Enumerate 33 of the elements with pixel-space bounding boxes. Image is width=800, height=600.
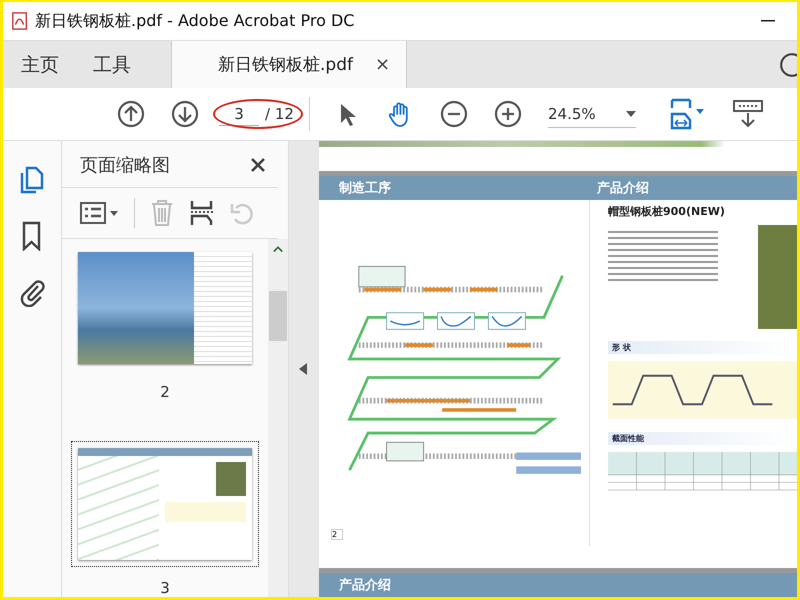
page-split-icon[interactable] bbox=[189, 199, 215, 227]
page-thumbnail[interactable] bbox=[71, 441, 259, 567]
caret-icon bbox=[626, 110, 636, 116]
page-label: 2 bbox=[160, 383, 170, 401]
product-title: 帽型钢板桩900(NEW) bbox=[608, 204, 726, 218]
close-icon[interactable] bbox=[250, 157, 266, 173]
section-heading: 产品介绍 bbox=[339, 576, 392, 594]
next-page-icon[interactable] bbox=[171, 100, 199, 128]
zoom-dropdown[interactable]: 24.5% bbox=[548, 100, 636, 128]
panel-title: 页面缩略图 bbox=[80, 154, 170, 177]
pdf-app-icon bbox=[11, 12, 29, 30]
minimize-icon[interactable] bbox=[761, 20, 775, 22]
scrollbar[interactable] bbox=[268, 239, 288, 597]
collapse-arrow-icon[interactable] bbox=[299, 363, 307, 375]
zoom-in-icon[interactable] bbox=[494, 100, 522, 128]
nav-tab[interactable]: 主页 bbox=[3, 41, 75, 88]
page-thumbnails-icon[interactable] bbox=[19, 165, 45, 195]
nav-tab[interactable]: 工具 bbox=[75, 41, 147, 88]
document-tab[interactable]: 新日铁钢板桩.pdf × bbox=[171, 41, 408, 88]
tab-title: 新日铁钢板桩.pdf bbox=[218, 54, 353, 76]
page-number-field[interactable]: 3 bbox=[219, 102, 259, 126]
page-number: 2 bbox=[331, 529, 343, 540]
previous-page-icon[interactable] bbox=[117, 100, 145, 128]
scroll-thumb[interactable] bbox=[269, 291, 287, 341]
close-tab-button[interactable]: × bbox=[374, 54, 390, 75]
page-count: / 12 bbox=[265, 105, 294, 123]
section-heading: 制造工序 bbox=[339, 180, 392, 196]
window-title: 新日铁钢板桩.pdf - Adobe Acrobat Pro DC bbox=[35, 10, 354, 32]
zoom-out-icon[interactable] bbox=[440, 100, 468, 128]
page-label: 3 bbox=[160, 579, 170, 597]
list-options-icon[interactable] bbox=[80, 201, 120, 225]
scroll-up-icon[interactable] bbox=[273, 245, 283, 253]
section-heading: 产品介绍 bbox=[597, 180, 649, 196]
